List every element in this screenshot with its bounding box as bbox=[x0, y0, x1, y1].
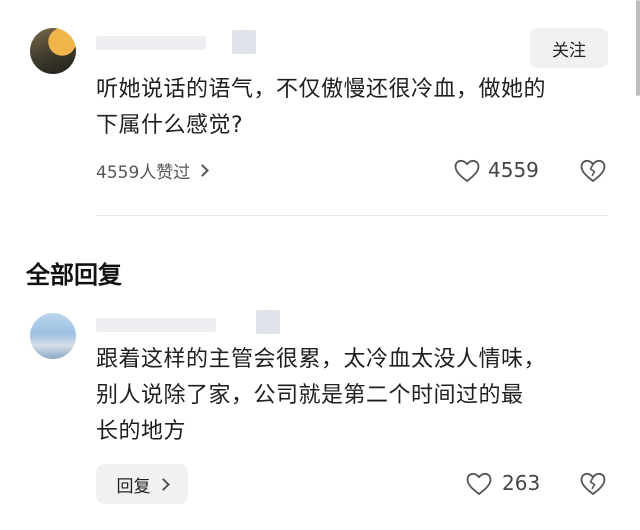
like-count: 263 bbox=[502, 471, 541, 495]
broken-heart-icon[interactable] bbox=[580, 472, 606, 496]
blurred-username[interactable] bbox=[96, 36, 206, 50]
reply-button[interactable]: 回复 bbox=[96, 464, 188, 504]
comment-line-2: 下属什么感觉? bbox=[96, 113, 244, 138]
divider bbox=[96, 215, 608, 216]
comment-line-1: 听她说话的语气，不仅傲慢还很冷血，做她的 bbox=[96, 77, 547, 102]
reply-label: 回复 bbox=[116, 476, 151, 497]
chevron-right-icon bbox=[196, 164, 210, 177]
broken-heart-icon[interactable] bbox=[580, 159, 606, 183]
follow-label: 关注 bbox=[552, 40, 586, 61]
avatar[interactable] bbox=[30, 28, 76, 74]
follow-button[interactable]: 关注 bbox=[530, 28, 608, 68]
comment-text: 听她说话的语气，不仅傲慢还很冷血，做她的 下属什么感觉? bbox=[96, 72, 616, 144]
avatar[interactable] bbox=[30, 313, 76, 359]
blurred-username[interactable] bbox=[96, 318, 216, 332]
reply-line-3: 长的地方 bbox=[96, 419, 187, 444]
liked-by-link[interactable]: 4559人赞过 bbox=[96, 158, 210, 183]
like-count: 4559 bbox=[488, 158, 539, 182]
scrollbar[interactable] bbox=[636, 0, 640, 96]
reply-text: 跟着这样的主管会很累，太冷血太没人情味， 别人说除了家，公司就是第二个时间过的最… bbox=[96, 342, 616, 450]
chevron-right-icon bbox=[156, 477, 170, 491]
blurred-badge bbox=[256, 310, 280, 334]
heart-icon[interactable] bbox=[454, 159, 480, 183]
heart-icon[interactable] bbox=[466, 472, 492, 496]
reply-line-2: 别人说除了家，公司就是第二个时间过的最 bbox=[96, 383, 524, 408]
blurred-badge bbox=[232, 30, 256, 54]
section-title: 全部回复 bbox=[26, 261, 122, 289]
reply-line-1: 跟着这样的主管会很累，太冷血太没人情味， bbox=[96, 347, 547, 372]
liked-by-label: 4559人赞过 bbox=[96, 163, 191, 183]
